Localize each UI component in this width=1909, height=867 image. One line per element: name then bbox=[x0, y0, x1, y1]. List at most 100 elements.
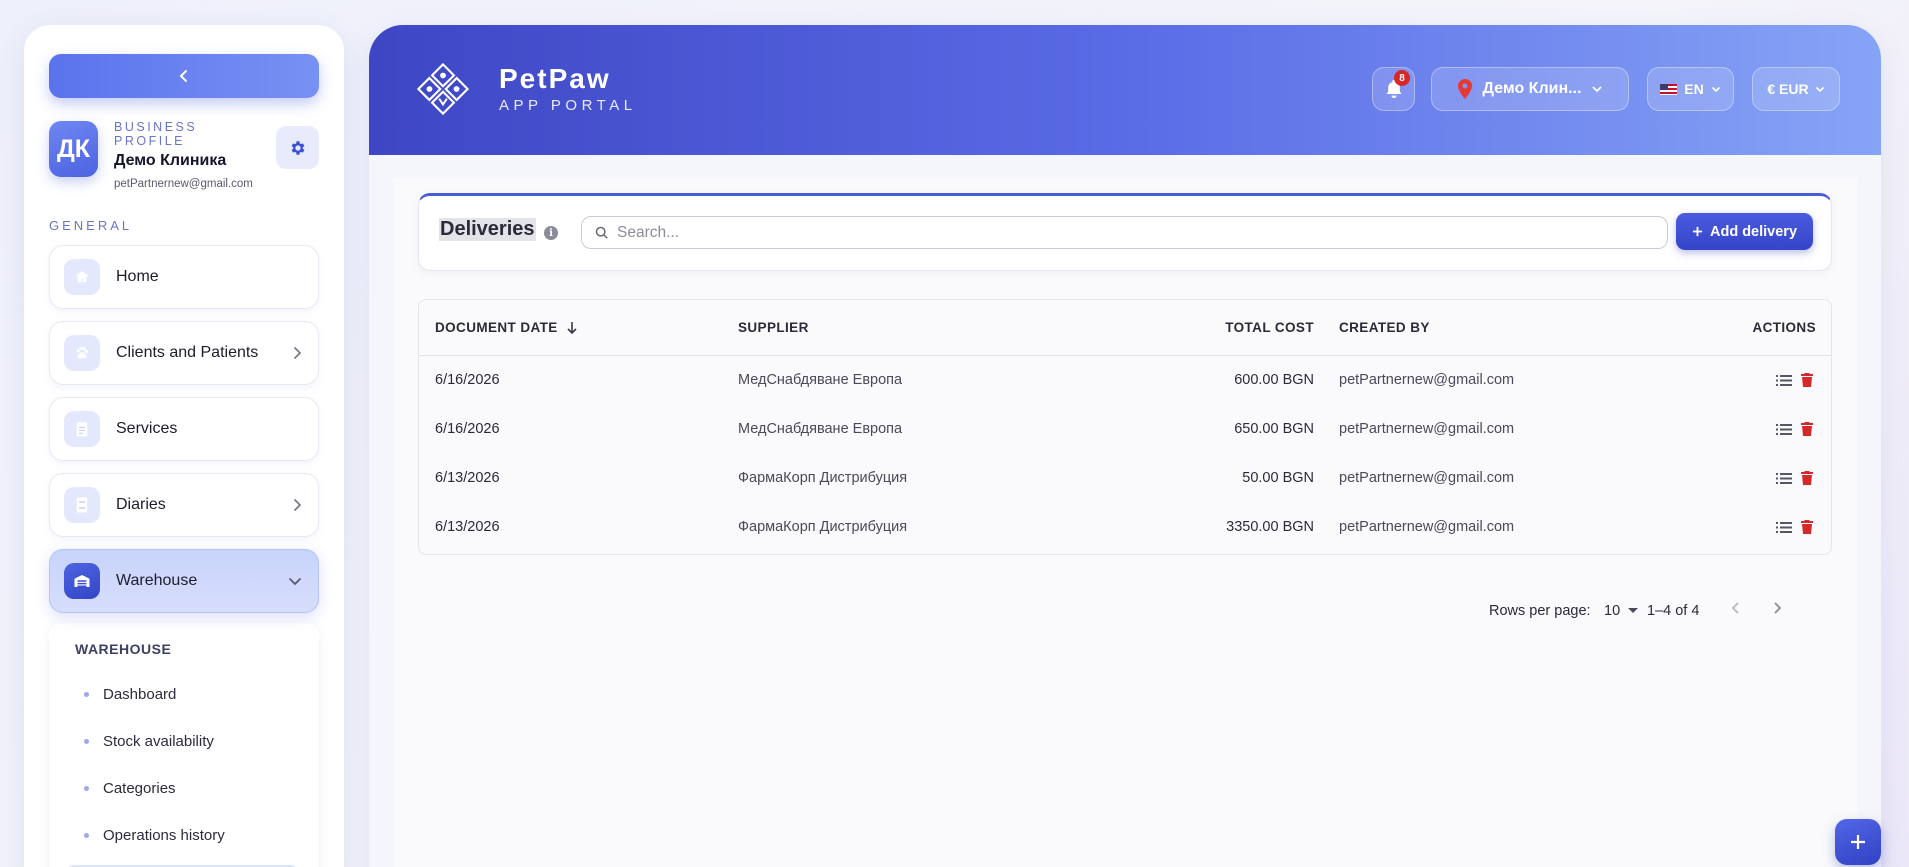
cell-created-by: petPartnernew@gmail.com bbox=[1339, 421, 1515, 437]
cell-created-by: petPartnernew@gmail.com bbox=[1339, 372, 1515, 388]
chevron-down-icon bbox=[289, 578, 301, 586]
business-profile: ДК BUSINESS PROFILE Демо Клиника petPart… bbox=[49, 120, 319, 196]
cell-document-date: 6/16/2026 bbox=[435, 421, 500, 437]
brand-name: PetPaw bbox=[499, 63, 611, 94]
submenu-item-label: Dashboard bbox=[103, 685, 177, 703]
bullet-icon bbox=[84, 832, 89, 838]
currency-value: € EUR bbox=[1767, 81, 1809, 97]
plus-icon bbox=[1692, 226, 1703, 237]
chevron-right-icon bbox=[1774, 602, 1782, 614]
submenu-item-label: Operations history bbox=[103, 826, 225, 844]
pagination-range: 1–4 of 4 bbox=[1647, 603, 1700, 619]
search-box[interactable] bbox=[581, 216, 1668, 249]
table-row[interactable]: 6/16/2026 МедСнабдяване Европа 650.00 BG… bbox=[419, 405, 1831, 454]
sidebar-item-home[interactable]: Home bbox=[49, 245, 319, 309]
language-selector[interactable]: EN bbox=[1647, 67, 1734, 111]
clinic-selector[interactable]: Демо Клин... bbox=[1431, 67, 1629, 111]
list-details-icon[interactable] bbox=[1776, 472, 1792, 485]
submenu-item-label: Stock availability bbox=[103, 732, 214, 750]
sidebar-item-diaries[interactable]: Diaries bbox=[49, 473, 319, 537]
profile-email: petPartnernew@gmail.com bbox=[114, 178, 253, 190]
app-header: PetPaw APP PORTAL 8 Демо Клин... EN € EU… bbox=[369, 25, 1881, 155]
chevron-left-icon bbox=[179, 70, 187, 82]
rows-per-page-select[interactable]: 10 bbox=[1604, 603, 1639, 619]
info-icon[interactable]: i bbox=[544, 226, 558, 240]
page-title: Deliveries bbox=[439, 218, 536, 241]
deliveries-content: Deliveries i Add delivery DOCUMENT DATE … bbox=[394, 178, 1857, 867]
column-header-created-by[interactable]: CREATED BY bbox=[1339, 320, 1430, 335]
rows-per-page-value: 10 bbox=[1604, 603, 1621, 619]
submenu-item-categories[interactable]: Categories bbox=[75, 778, 319, 798]
sidebar-item-label: Diaries bbox=[116, 496, 166, 513]
submenu-item-dashboard[interactable]: Dashboard bbox=[75, 684, 319, 704]
cell-document-date: 6/13/2026 bbox=[435, 470, 500, 486]
us-flag-icon bbox=[1660, 83, 1678, 95]
column-header-label: DOCUMENT DATE bbox=[435, 320, 558, 335]
trash-icon[interactable] bbox=[1801, 471, 1813, 485]
row-actions bbox=[1776, 422, 1813, 436]
search-input[interactable] bbox=[617, 223, 1617, 242]
warehouse-submenu: WAREHOUSE Dashboard Stock availability C… bbox=[49, 623, 319, 867]
location-pin-icon bbox=[1457, 79, 1472, 99]
column-header-supplier[interactable]: SUPPLIER bbox=[738, 320, 809, 335]
cell-supplier: ФармаКорп Дистрибуция bbox=[738, 470, 908, 486]
next-page-button[interactable] bbox=[1772, 598, 1782, 621]
brand-subtitle: APP PORTAL bbox=[499, 97, 637, 114]
cell-total-cost: 650.00 BGN bbox=[1234, 421, 1314, 437]
profile-name: Демо Клиника bbox=[114, 152, 227, 169]
list-details-icon[interactable] bbox=[1776, 521, 1792, 534]
cell-supplier: МедСнабдяване Европа bbox=[738, 372, 903, 388]
column-header-total-cost[interactable]: TOTAL COST bbox=[1225, 320, 1314, 335]
submenu-title: WAREHOUSE bbox=[75, 641, 172, 657]
trash-icon[interactable] bbox=[1801, 373, 1813, 387]
list-details-icon[interactable] bbox=[1776, 374, 1792, 387]
list-details-icon[interactable] bbox=[1776, 423, 1792, 436]
sidebar-item-warehouse[interactable]: Warehouse bbox=[49, 549, 319, 613]
sort-arrow-down-icon bbox=[567, 321, 577, 334]
gear-icon bbox=[291, 140, 304, 155]
bullet-icon bbox=[84, 785, 89, 791]
cell-created-by: petPartnernew@gmail.com bbox=[1339, 519, 1515, 535]
chevron-right-icon bbox=[294, 499, 302, 511]
column-header-actions: ACTIONS bbox=[1752, 320, 1816, 335]
add-delivery-label: Add delivery bbox=[1709, 223, 1798, 240]
avatar: ДК bbox=[49, 121, 98, 177]
sidebar-item-clients-and-patients[interactable]: Clients and Patients bbox=[49, 321, 319, 385]
trash-icon[interactable] bbox=[1801, 520, 1813, 534]
chevron-down-icon bbox=[1711, 86, 1720, 92]
main-panel: PetPaw APP PORTAL 8 Демо Клин... EN € EU… bbox=[369, 25, 1881, 867]
caret-down-icon bbox=[1628, 608, 1639, 613]
cell-document-date: 6/13/2026 bbox=[435, 519, 500, 535]
collapse-sidebar-button[interactable] bbox=[49, 54, 319, 98]
submenu-item-operations-history[interactable]: Operations history bbox=[75, 825, 319, 845]
submenu-item-stock-availability[interactable]: Stock availability bbox=[75, 731, 319, 751]
previous-page-button[interactable] bbox=[1731, 598, 1741, 621]
add-delivery-button[interactable]: Add delivery bbox=[1676, 213, 1813, 250]
row-actions bbox=[1776, 471, 1813, 485]
warehouse-icon bbox=[64, 563, 100, 599]
plus-icon bbox=[1851, 835, 1865, 849]
column-header-document-date[interactable]: DOCUMENT DATE bbox=[435, 320, 578, 335]
cell-total-cost: 600.00 BGN bbox=[1234, 372, 1314, 388]
currency-selector[interactable]: € EUR bbox=[1752, 67, 1840, 111]
table-row[interactable]: 6/13/2026 ФармаКорп Дистрибуция 50.00 BG… bbox=[419, 454, 1831, 503]
table-row[interactable]: 6/16/2026 МедСнабдяване Европа 600.00 BG… bbox=[419, 356, 1831, 405]
clinic-name: Демо Клин... bbox=[1482, 80, 1582, 97]
cell-supplier: ФармаКорп Дистрибуция bbox=[738, 519, 908, 535]
notifications-button[interactable]: 8 bbox=[1372, 67, 1415, 111]
profile-settings-button[interactable] bbox=[276, 126, 319, 169]
sidebar: ДК BUSINESS PROFILE Демо Клиника petPart… bbox=[24, 25, 344, 867]
petpaw-logo-icon bbox=[416, 62, 470, 116]
floating-add-button[interactable] bbox=[1835, 819, 1881, 865]
notifications-badge: 8 bbox=[1394, 70, 1410, 86]
trash-icon[interactable] bbox=[1801, 422, 1813, 436]
table-row[interactable]: 6/13/2026 ФармаКорп Дистрибуция 3350.00 … bbox=[419, 503, 1831, 552]
chevron-down-icon bbox=[1815, 86, 1824, 92]
table-header: DOCUMENT DATE SUPPLIER TOTAL COST CREATE… bbox=[419, 300, 1831, 356]
sidebar-item-label: Clients and Patients bbox=[116, 344, 259, 361]
profile-label: BUSINESS PROFILE bbox=[114, 120, 198, 148]
diary-icon bbox=[64, 487, 100, 523]
bullet-icon bbox=[84, 691, 89, 697]
deliveries-table: DOCUMENT DATE SUPPLIER TOTAL COST CREATE… bbox=[418, 299, 1832, 555]
sidebar-item-services[interactable]: Services bbox=[49, 397, 319, 461]
